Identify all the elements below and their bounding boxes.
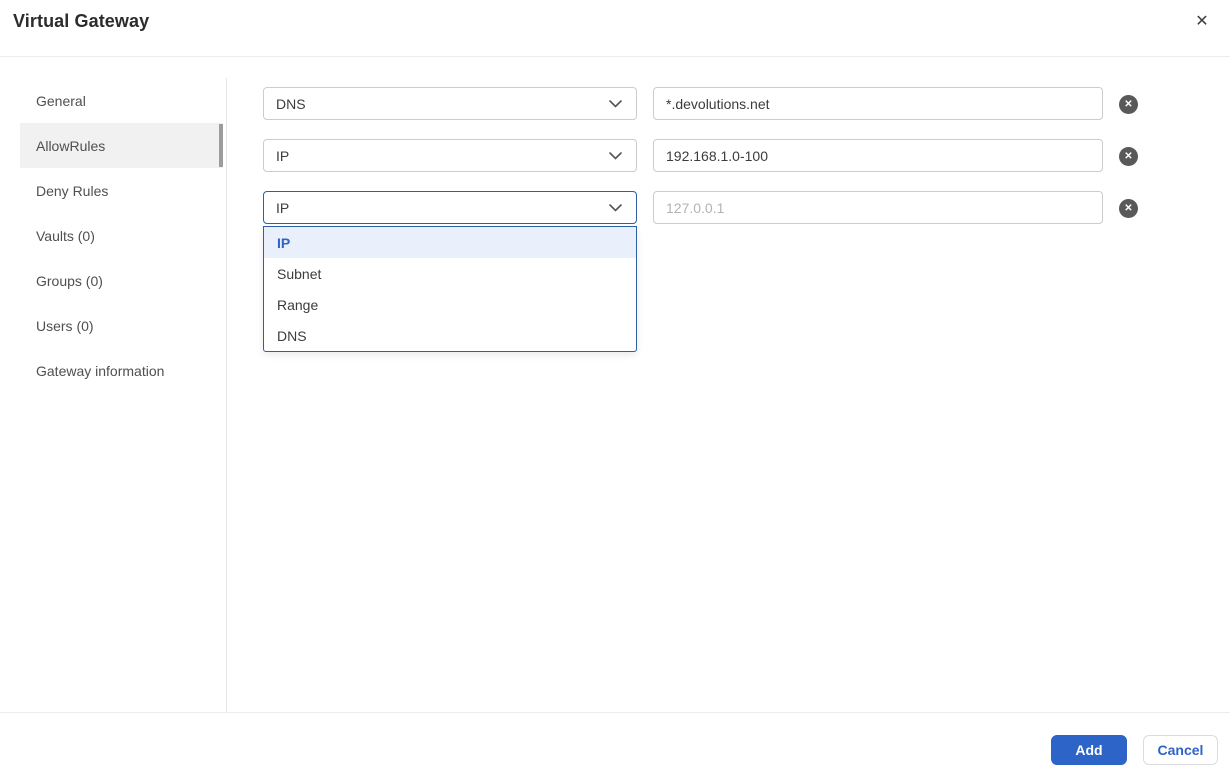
option-label: DNS [277, 327, 307, 344]
delete-icon: ✕ [1124, 202, 1133, 214]
sidebar-item-vaults[interactable]: Vaults (0) [20, 213, 223, 258]
dialog-title: Virtual Gateway [13, 11, 150, 31]
delete-rule-button-2[interactable]: ✕ [1119, 147, 1138, 166]
rule-type-select-1[interactable]: DNS [263, 87, 637, 120]
sidebar-item-allowrules[interactable]: AllowRules [20, 123, 223, 168]
sidebar-scrollbar-thumb[interactable] [219, 124, 223, 167]
dropdown-option-ip[interactable]: IP [264, 227, 636, 258]
sidebar-item-label: Users (0) [36, 317, 94, 334]
footer-divider [0, 712, 1230, 713]
option-label: Range [277, 296, 319, 313]
dropdown-option-dns[interactable]: DNS [264, 320, 636, 351]
close-button[interactable]: ✕ [1191, 11, 1213, 33]
rule-value-input-2[interactable] [653, 139, 1103, 172]
dropdown-option-subnet[interactable]: Subnet [264, 258, 636, 289]
delete-icon: ✕ [1124, 98, 1133, 110]
rule-type-select-3[interactable]: IP [263, 191, 637, 224]
delete-rule-button-3[interactable]: ✕ [1119, 199, 1138, 218]
delete-icon: ✕ [1124, 150, 1133, 162]
chevron-down-icon [609, 151, 622, 160]
rule-value-input-3[interactable] [653, 191, 1103, 224]
sidebar-item-gateway-information[interactable]: Gateway information [20, 348, 223, 393]
delete-rule-button-1[interactable]: ✕ [1119, 95, 1138, 114]
dropdown-option-range[interactable]: Range [264, 289, 636, 320]
virtual-gateway-dialog: Virtual Gateway ✕ General AllowRules Den… [0, 0, 1230, 777]
sidebar-item-label: Vaults (0) [36, 227, 95, 244]
cancel-button[interactable]: Cancel [1143, 735, 1218, 765]
add-button[interactable]: Add [1051, 735, 1127, 765]
chevron-down-icon [609, 203, 622, 212]
sidebar-item-label: General [36, 92, 86, 109]
rule-value-input-1[interactable] [653, 87, 1103, 120]
rule-type-value: DNS [276, 95, 306, 112]
sidebar-item-deny-rules[interactable]: Deny Rules [20, 168, 223, 213]
sidebar-item-label: Deny Rules [36, 182, 109, 199]
option-label: Subnet [277, 265, 322, 282]
rule-type-dropdown-list: IP Subnet Range DNS [263, 226, 637, 352]
sidebar-item-label: Groups (0) [36, 272, 103, 289]
sidebar-divider [226, 78, 227, 712]
sidebar-item-groups[interactable]: Groups (0) [20, 258, 223, 303]
sidebar-item-users[interactable]: Users (0) [20, 303, 223, 348]
chevron-down-icon [609, 99, 622, 108]
dialog-header: Virtual Gateway ✕ [0, 0, 1230, 57]
sidebar-item-label: AllowRules [36, 137, 106, 154]
sidebar-item-label: Gateway information [36, 362, 165, 379]
close-icon: ✕ [1195, 13, 1209, 30]
rule-type-select-2[interactable]: IP [263, 139, 637, 172]
option-label: IP [277, 234, 291, 251]
rule-type-value: IP [276, 199, 290, 216]
sidebar-nav: General AllowRules Deny Rules Vaults (0)… [20, 78, 223, 393]
rule-type-value: IP [276, 147, 290, 164]
sidebar-item-general[interactable]: General [20, 78, 223, 123]
